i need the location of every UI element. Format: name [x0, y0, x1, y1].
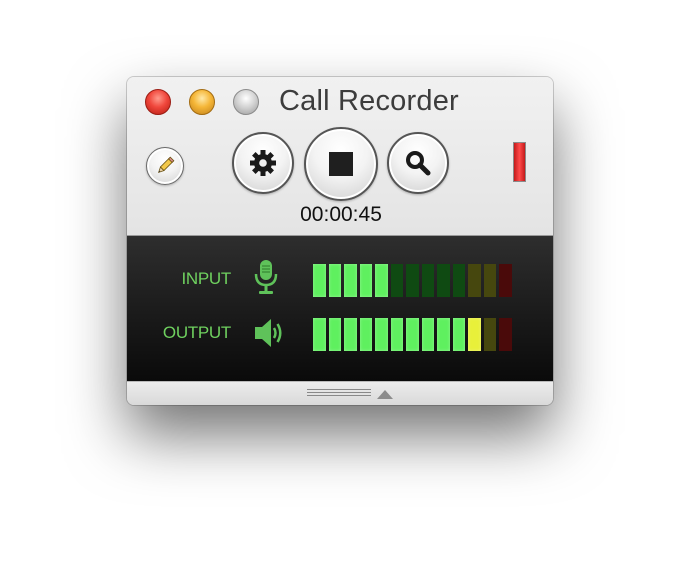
- pencil-icon: [158, 156, 175, 173]
- input-level-segment: [437, 264, 450, 297]
- output-label: OUTPUT: [162, 323, 231, 342]
- input-level-segment: [344, 264, 357, 297]
- output-level-segment: [452, 318, 465, 351]
- output-level-segment: [483, 318, 496, 351]
- stop-icon: [329, 152, 353, 176]
- input-level-segment: [328, 264, 341, 297]
- output-level-segment: [499, 318, 512, 351]
- close-button[interactable]: [145, 89, 171, 115]
- input-level-segment: [313, 264, 326, 297]
- input-level-segment: [499, 264, 512, 297]
- input-level-segment: [421, 264, 434, 297]
- call-recorder-window: Call Recorder 00:00:45 INPUT OUTPUT: [127, 77, 553, 405]
- input-level-bar: [313, 264, 512, 297]
- input-level-segment: [406, 264, 419, 297]
- output-level-segment: [344, 318, 357, 351]
- notes-button[interactable]: [146, 147, 184, 185]
- input-level-segment: [452, 264, 465, 297]
- output-level-segment: [468, 318, 481, 351]
- output-level-segment: [375, 318, 388, 351]
- microphone-icon: [254, 260, 278, 294]
- elapsed-time: 00:00:45: [300, 203, 382, 226]
- output-level-segment: [421, 318, 434, 351]
- input-label: INPUT: [181, 269, 231, 288]
- resize-grip[interactable]: [307, 389, 371, 397]
- stage: Call Recorder 00:00:45 INPUT OUTPUT: [0, 0, 680, 582]
- output-level-bar: [313, 318, 512, 351]
- window-title: Call Recorder: [279, 85, 459, 117]
- level-meters: INPUT OUTPUT: [127, 235, 553, 381]
- output-level-segment: [313, 318, 326, 351]
- output-level-segment: [390, 318, 403, 351]
- output-level-segment: [406, 318, 419, 351]
- zoom-button[interactable]: [233, 89, 259, 115]
- input-level-segment: [483, 264, 496, 297]
- output-level-segment: [437, 318, 450, 351]
- input-level-segment: [390, 264, 403, 297]
- magnifier-icon: [406, 151, 431, 176]
- output-level-segment: [328, 318, 341, 351]
- minimize-button[interactable]: [189, 89, 215, 115]
- stop-recording-button[interactable]: [304, 127, 378, 201]
- output-level-segment: [359, 318, 372, 351]
- bottom-strip: [127, 381, 553, 405]
- input-level-segment: [359, 264, 372, 297]
- speaker-icon: [255, 319, 282, 347]
- chevron-up-icon[interactable]: [377, 390, 393, 399]
- input-level-segment: [468, 264, 481, 297]
- settings-button[interactable]: [232, 132, 294, 194]
- recording-indicator: [513, 142, 526, 182]
- search-button[interactable]: [387, 132, 449, 194]
- input-level-segment: [375, 264, 388, 297]
- toolbar: Call Recorder 00:00:45: [127, 77, 553, 235]
- gear-icon: [250, 150, 276, 176]
